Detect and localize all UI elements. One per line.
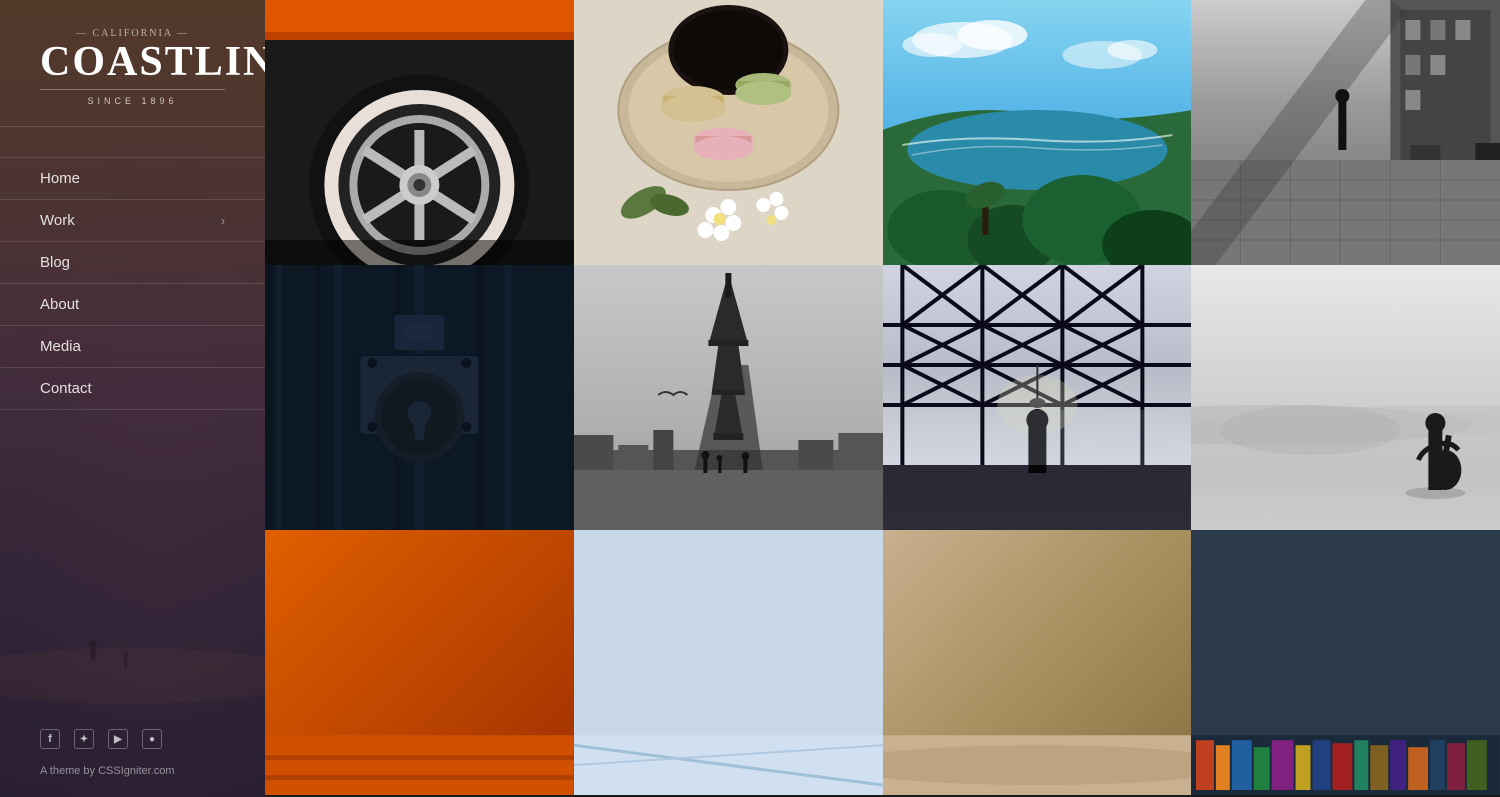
- social-area: f ✦ ▶ ●: [0, 713, 265, 765]
- nav-label-blog: Blog: [40, 254, 70, 271]
- nav-arrow-work: ›: [221, 214, 225, 228]
- youtube-icon[interactable]: ▶: [108, 729, 128, 749]
- photo-cell-car-wheel[interactable]: [265, 0, 574, 265]
- logo-area: ― CALIFORNIA ― COASTLINE SINCE 1896: [0, 0, 265, 127]
- photo-cell-industrial[interactable]: [883, 265, 1192, 530]
- photo-grid-container: [265, 0, 1500, 797]
- footer-text: A theme by CSSIgniter.com: [0, 765, 265, 797]
- nav-label-work: Work: [40, 212, 75, 229]
- photo-cell-coastline[interactable]: [883, 0, 1192, 265]
- photo-cell-desert[interactable]: [1191, 265, 1500, 530]
- logo-main: COASTLINE: [40, 41, 225, 83]
- nav-item-home[interactable]: Home: [0, 157, 265, 200]
- photo-cell-eiffel[interactable]: [574, 265, 883, 530]
- photo-cell-geometric[interactable]: [574, 530, 883, 795]
- nav-item-contact[interactable]: Contact: [0, 368, 265, 410]
- nav-item-media[interactable]: Media: [0, 326, 265, 368]
- nav-label-media: Media: [40, 338, 81, 355]
- logo-dash-top: ― CALIFORNIA ―: [40, 28, 225, 39]
- nav-label-contact: Contact: [40, 380, 92, 397]
- logo-since: SINCE 1896: [40, 89, 225, 106]
- photo-cell-street[interactable]: [1191, 0, 1500, 265]
- nav-item-work[interactable]: Work ›: [0, 200, 265, 242]
- facebook-icon[interactable]: f: [40, 729, 60, 749]
- twitter-icon[interactable]: ✦: [74, 729, 94, 749]
- photo-cell-sandy[interactable]: [883, 530, 1192, 795]
- nav-item-blog[interactable]: Blog: [0, 242, 265, 284]
- photo-grid: [265, 0, 1500, 797]
- photo-cell-macarons[interactable]: [574, 0, 883, 265]
- photo-cell-shelves[interactable]: [1191, 530, 1500, 795]
- sidebar: ― CALIFORNIA ― COASTLINE SINCE 1896 Home…: [0, 0, 265, 797]
- photo-cell-door-lock[interactable]: [265, 265, 574, 530]
- nav-label-about: About: [40, 296, 79, 313]
- dribbble-icon[interactable]: ●: [142, 729, 162, 749]
- nav-label-home: Home: [40, 170, 80, 187]
- nav-item-about[interactable]: About: [0, 284, 265, 326]
- photo-cell-car-partial[interactable]: [265, 530, 574, 795]
- main-nav: Home Work › Blog About Media Contact: [0, 127, 265, 435]
